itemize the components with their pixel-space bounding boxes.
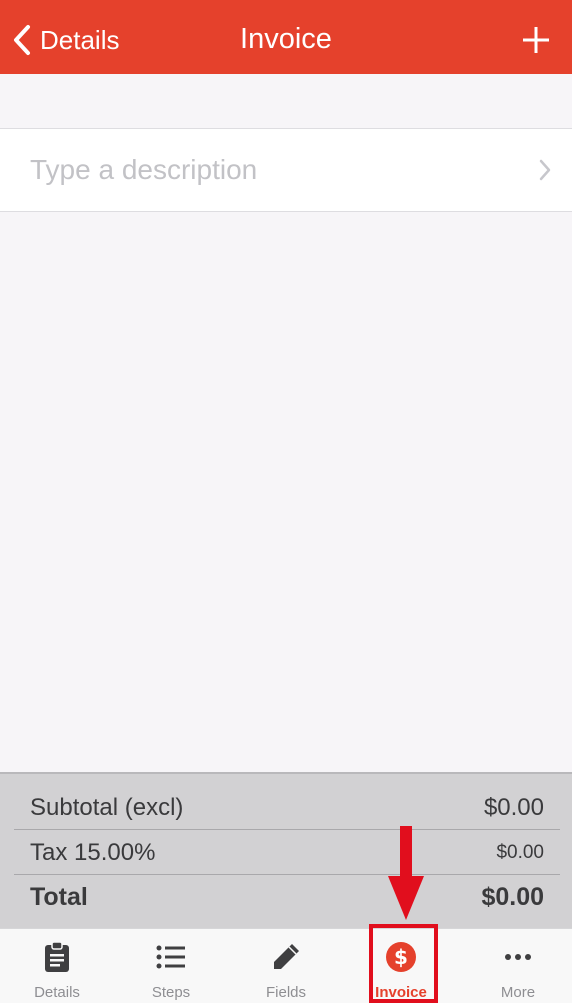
subtotal-label: Subtotal (excl) xyxy=(30,793,184,821)
tab-fields[interactable]: Fields xyxy=(229,929,343,1003)
total-value: $0.00 xyxy=(481,882,544,911)
tab-invoice-label: Invoice xyxy=(375,984,427,1001)
tab-bar: Details Steps Fields $ Invoice More xyxy=(0,928,572,1003)
plus-icon[interactable] xyxy=(522,26,550,54)
total-label: Total xyxy=(30,882,88,911)
dollar-circle-icon: $ xyxy=(386,942,416,972)
subtotal-value: $0.00 xyxy=(483,793,544,821)
list-icon xyxy=(156,945,185,969)
tax-value: $0.00 xyxy=(496,841,544,863)
total-row: Total $0.00 xyxy=(14,875,560,919)
ellipsis-icon xyxy=(505,954,531,960)
chevron-right-icon xyxy=(539,159,551,181)
tab-fields-label: Fields xyxy=(265,984,306,1001)
tab-more-label: More xyxy=(500,984,536,1001)
back-button-label: Details xyxy=(40,24,120,55)
clipboard-icon xyxy=(45,941,69,972)
description-placeholder[interactable]: Type a description xyxy=(30,154,538,186)
tab-steps-label: Steps xyxy=(151,984,191,1001)
totals-panel: Subtotal (excl) $0.00 Tax 15.00% $0.00 T… xyxy=(0,772,572,928)
nav-bar: Details Invoice xyxy=(0,0,572,74)
svg-text:$: $ xyxy=(394,945,408,969)
chevron-left-icon xyxy=(14,25,30,55)
tab-invoice[interactable]: $ Invoice xyxy=(344,929,458,1003)
tab-steps[interactable]: Steps xyxy=(114,929,228,1003)
tab-details-label: Details xyxy=(34,984,80,1001)
pencil-icon xyxy=(274,944,299,969)
tab-details[interactable]: Details xyxy=(0,929,114,1003)
subtotal-row: Subtotal (excl) $0.00 xyxy=(14,786,560,830)
back-button[interactable]: Details xyxy=(12,20,119,60)
tax-label: Tax 15.00% xyxy=(30,838,156,866)
description-row[interactable]: Type a description xyxy=(0,128,572,212)
tax-row: Tax 15.00% $0.00 xyxy=(14,831,560,875)
tab-more[interactable]: More xyxy=(461,929,572,1003)
